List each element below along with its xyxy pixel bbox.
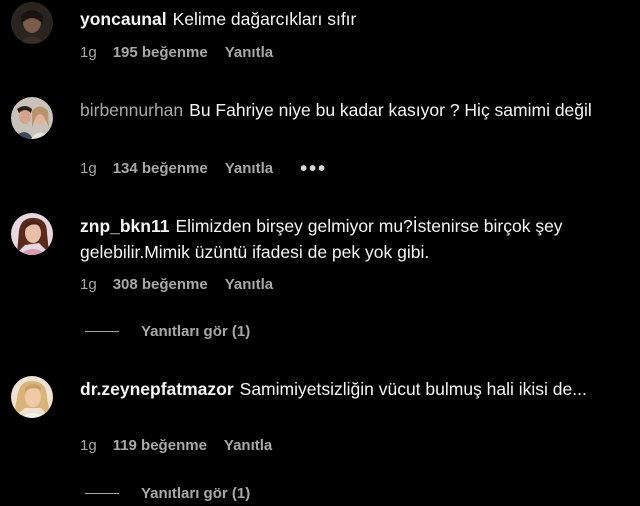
comment-time: 1g (80, 437, 97, 454)
comment-username[interactable]: yoncaunal (80, 9, 167, 29)
comment-time: 1g (80, 276, 97, 293)
more-options-icon[interactable]: ••• (300, 159, 327, 179)
avatar[interactable] (11, 2, 53, 44)
reply-button[interactable]: Yanıtla (225, 160, 273, 177)
comment-meta: 1g 195 beğenme Yanıtla (80, 44, 290, 61)
avatar[interactable] (11, 213, 53, 255)
comment-body: dr.zeynepfatmazor Samimiyetsizliğin vücut… (80, 376, 620, 402)
comment-likes[interactable]: 195 beğenme (113, 44, 208, 61)
avatar[interactable] (11, 97, 53, 139)
avatar-image (11, 2, 53, 44)
comment-body: birbennurhan Bu Fahriye niye bu kadar kas… (80, 97, 620, 123)
view-replies-line (85, 493, 119, 494)
comment-time: 1g (80, 44, 97, 61)
view-replies-label: Yanıtları gör (1) (141, 485, 251, 502)
comment-meta: 1g 134 beğenme Yanıtla ••• (80, 159, 344, 179)
reply-button[interactable]: Yanıtla (225, 276, 273, 293)
comment-username[interactable]: dr.zeynepfatmazor (80, 379, 234, 399)
comment-time: 1g (80, 160, 97, 177)
reply-button[interactable]: Yanıtla (225, 44, 273, 61)
comment-likes[interactable]: 308 beğenme (113, 276, 208, 293)
comment-likes[interactable]: 134 beğenme (113, 160, 208, 177)
avatar-image (11, 213, 53, 255)
avatar[interactable] (11, 376, 53, 418)
comment-meta: 1g 308 beğenme Yanıtla (80, 276, 290, 293)
comment-username[interactable]: znp_bkn11 (80, 216, 169, 236)
comment-body: yoncaunal Kelime dağarcıkları sıfır (80, 6, 620, 32)
avatar-image (11, 97, 53, 139)
reply-button[interactable]: Yanıtla (224, 437, 272, 454)
view-replies-label: Yanıtları gör (1) (141, 323, 251, 340)
comment-likes[interactable]: 119 beğenme (113, 437, 207, 454)
comment-text: Kelime dağarcıkları sıfır (172, 9, 357, 29)
comment-body: znp_bkn11 Elimizden birşey gelmiyor mu?İs… (80, 213, 620, 265)
view-replies-button[interactable]: Yanıtları gör (1) (85, 485, 250, 502)
view-replies-button[interactable]: Yanıtları gör (1) (85, 323, 250, 340)
comment-text: Bu Fahriye niye bu kadar kasıyor ? Hiç s… (189, 100, 592, 120)
view-replies-line (85, 331, 119, 332)
avatar-image (11, 376, 53, 418)
comment-username[interactable]: birbennurhan (80, 100, 183, 120)
comment-text: Samimiyetsizliğin vücut bulmuş hali ikis… (239, 379, 587, 399)
comment-meta: 1g 119 beğenme Yanıtla (80, 437, 289, 454)
